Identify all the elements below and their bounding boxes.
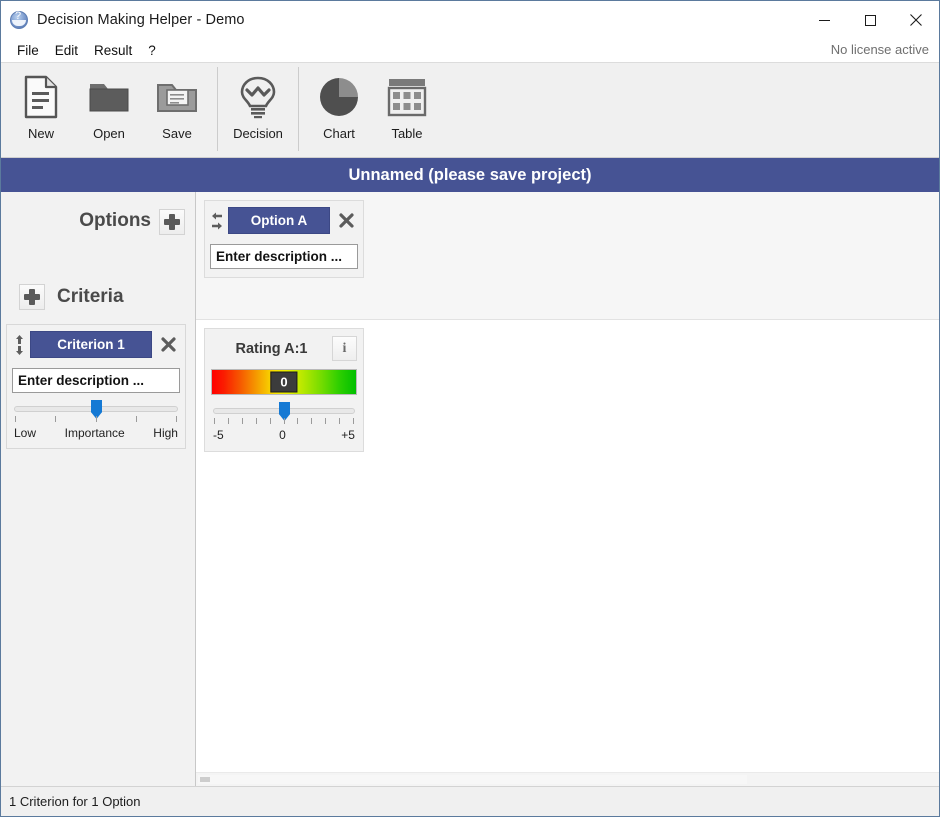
application-window: Decision Making Helper - Demo File Edit … bbox=[0, 0, 940, 817]
add-criterion-button[interactable] bbox=[19, 284, 45, 310]
project-title: Unnamed (please save project) bbox=[348, 165, 592, 184]
arrow-down-icon bbox=[15, 345, 23, 355]
toolbar-separator bbox=[217, 67, 218, 151]
horizontal-scrollbar-track[interactable] bbox=[198, 775, 747, 784]
title-bar: Decision Making Helper - Demo bbox=[1, 1, 939, 39]
toolbar-label-chart: Chart bbox=[323, 126, 355, 141]
options-ratings-pane: Option A Rating A:1 i 0 bbox=[196, 192, 939, 786]
criterion-header: Criterion 1 bbox=[12, 331, 180, 358]
arrow-right-icon bbox=[212, 222, 222, 229]
status-bar: 1 Criterion for 1 Option bbox=[1, 786, 939, 816]
rating-title: Rating A:1 bbox=[235, 340, 308, 357]
toolbar-button-table[interactable]: Table bbox=[373, 63, 441, 151]
pie-chart-icon bbox=[318, 74, 360, 120]
rating-card: Rating A:1 i 0 -5 0 +5 bbox=[204, 328, 364, 452]
rating-gradient-bar: 0 bbox=[211, 369, 357, 395]
option-name[interactable]: Option A bbox=[228, 207, 330, 234]
plus-icon bbox=[164, 214, 180, 230]
plus-icon bbox=[24, 289, 40, 305]
importance-slider-ticks bbox=[14, 416, 178, 425]
globe-question-icon bbox=[10, 10, 28, 29]
rating-label-min: -5 bbox=[213, 428, 224, 442]
importance-label-center: Importance bbox=[64, 426, 125, 440]
menu-item-help[interactable]: ? bbox=[140, 41, 164, 60]
lightbulb-icon bbox=[237, 74, 279, 120]
toolbar-separator bbox=[298, 67, 299, 151]
rating-value-badge: 0 bbox=[270, 371, 298, 393]
importance-label-high: High bbox=[153, 426, 178, 440]
close-button[interactable] bbox=[893, 1, 939, 39]
menu-item-result[interactable]: Result bbox=[86, 41, 140, 60]
criterion-card: Criterion 1 Enter description ... Low Im… bbox=[6, 324, 186, 449]
toolbar-label-open: Open bbox=[93, 126, 125, 141]
rating-slider-ticks bbox=[213, 418, 355, 427]
minimize-button[interactable] bbox=[801, 1, 847, 39]
close-icon[interactable] bbox=[156, 333, 180, 357]
importance-slider[interactable]: Low Importance High bbox=[12, 400, 180, 440]
arrow-up-icon bbox=[15, 334, 23, 344]
status-text: 1 Criterion for 1 Option bbox=[9, 794, 141, 809]
importance-label-low: Low bbox=[14, 426, 37, 440]
main-body: Options Criteria Criterion 1 Enter descr… bbox=[1, 192, 939, 786]
rating-label-mid: 0 bbox=[279, 428, 286, 442]
ratings-area: Rating A:1 i 0 -5 0 +5 bbox=[196, 320, 939, 772]
toolbar-label-new: New bbox=[27, 126, 54, 141]
folder-save-icon bbox=[155, 74, 199, 120]
window-controls bbox=[801, 1, 939, 39]
options-heading: Options bbox=[79, 210, 151, 231]
menu-item-file[interactable]: File bbox=[9, 41, 47, 60]
license-status: No license active bbox=[830, 42, 929, 57]
rating-label-max: +5 bbox=[341, 428, 355, 442]
rating-slider[interactable]: -5 0 +5 bbox=[211, 402, 357, 442]
window-title: Decision Making Helper - Demo bbox=[37, 12, 245, 28]
menu-bar: File Edit Result ? No license active bbox=[1, 39, 939, 62]
importance-slider-labels: Low Importance High bbox=[14, 426, 178, 440]
toolbar-button-chart[interactable]: Chart bbox=[305, 63, 373, 151]
maximize-button[interactable] bbox=[847, 1, 893, 39]
table-grid-icon bbox=[387, 74, 427, 120]
criteria-list: Criterion 1 Enter description ... Low Im… bbox=[1, 320, 195, 786]
toolbar-label-table: Table bbox=[391, 126, 423, 141]
toolbar: New Open Save Decision Chart Table bbox=[1, 62, 939, 158]
menu-item-edit[interactable]: Edit bbox=[47, 41, 86, 60]
sidebar-header: Options Criteria bbox=[1, 192, 195, 320]
horizontal-scrollbar[interactable] bbox=[196, 772, 939, 786]
document-icon bbox=[22, 74, 60, 120]
project-title-bar: Unnamed (please save project) bbox=[1, 158, 939, 192]
info-icon[interactable]: i bbox=[332, 336, 357, 361]
rating-slider-labels: -5 0 +5 bbox=[213, 428, 355, 442]
options-row: Option A bbox=[196, 192, 939, 320]
criteria-sidebar: Options Criteria Criterion 1 Enter descr… bbox=[1, 192, 196, 786]
rating-slider-track[interactable] bbox=[213, 402, 355, 421]
option-header: Option A bbox=[210, 207, 358, 234]
toolbar-button-new[interactable]: New bbox=[7, 63, 75, 151]
toolbar-button-open[interactable]: Open bbox=[75, 63, 143, 151]
toolbar-button-decision[interactable]: Decision bbox=[224, 63, 292, 151]
option-description-input[interactable] bbox=[210, 244, 358, 269]
criterion-name[interactable]: Criterion 1 bbox=[30, 331, 152, 358]
horizontal-scrollbar-thumb[interactable] bbox=[200, 777, 210, 782]
option-reorder-handle[interactable] bbox=[210, 211, 224, 231]
folder-open-icon bbox=[87, 74, 131, 120]
toolbar-label-save: Save bbox=[162, 126, 192, 141]
add-option-button[interactable] bbox=[159, 209, 185, 235]
criteria-header: Criteria bbox=[19, 284, 124, 310]
criteria-heading: Criteria bbox=[57, 286, 124, 307]
criterion-description-input[interactable] bbox=[12, 368, 180, 393]
toolbar-button-save[interactable]: Save bbox=[143, 63, 211, 151]
rating-header: Rating A:1 i bbox=[211, 336, 357, 361]
close-icon[interactable] bbox=[334, 209, 358, 233]
toolbar-label-decision: Decision bbox=[233, 126, 283, 141]
criterion-reorder-handle[interactable] bbox=[12, 334, 26, 356]
arrow-left-icon bbox=[212, 212, 222, 219]
importance-slider-track[interactable] bbox=[14, 400, 178, 419]
option-card: Option A bbox=[204, 200, 364, 278]
